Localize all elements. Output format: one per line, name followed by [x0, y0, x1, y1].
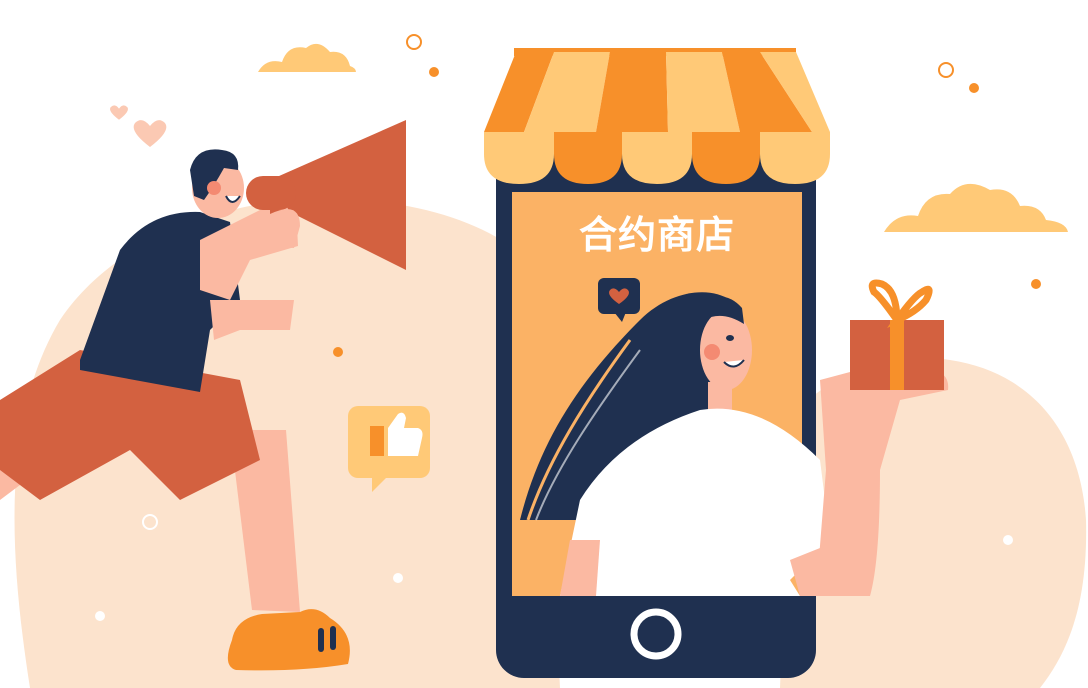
cloud-icon — [258, 43, 356, 72]
cloud-icon — [884, 183, 1068, 232]
awning-icon — [484, 48, 830, 184]
promo-illustration — [0, 34, 1087, 688]
illustration-stage: 合约商店 — [0, 0, 1088, 688]
man-hand — [268, 209, 300, 248]
heart-icon — [110, 105, 128, 120]
heart-icon — [133, 120, 167, 147]
gift-box-icon — [850, 279, 944, 390]
phone-screen-title: 合约商店 — [578, 213, 735, 257]
